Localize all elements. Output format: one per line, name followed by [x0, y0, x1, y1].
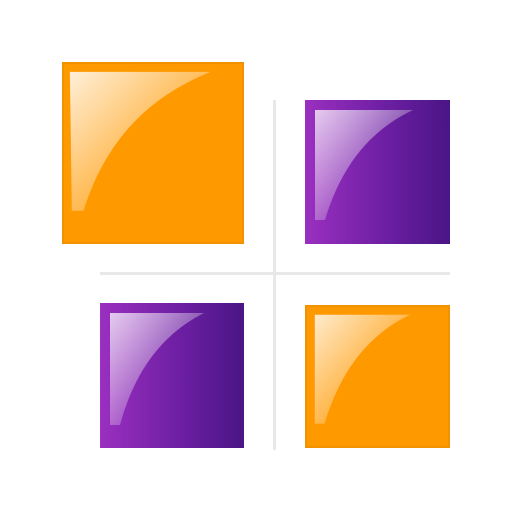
orange-tile-top-left [62, 62, 244, 244]
four-tile-grid-icon [0, 0, 512, 512]
gloss-highlight [314, 314, 411, 424]
gloss-highlight [110, 313, 204, 425]
gloss-highlight [315, 110, 413, 220]
purple-tile-top-right [305, 100, 450, 244]
orange-tile-bottom-right [305, 305, 450, 448]
purple-tile-bottom-left [100, 303, 244, 448]
gloss-highlight [69, 71, 211, 211]
vertical-divider [273, 100, 276, 450]
